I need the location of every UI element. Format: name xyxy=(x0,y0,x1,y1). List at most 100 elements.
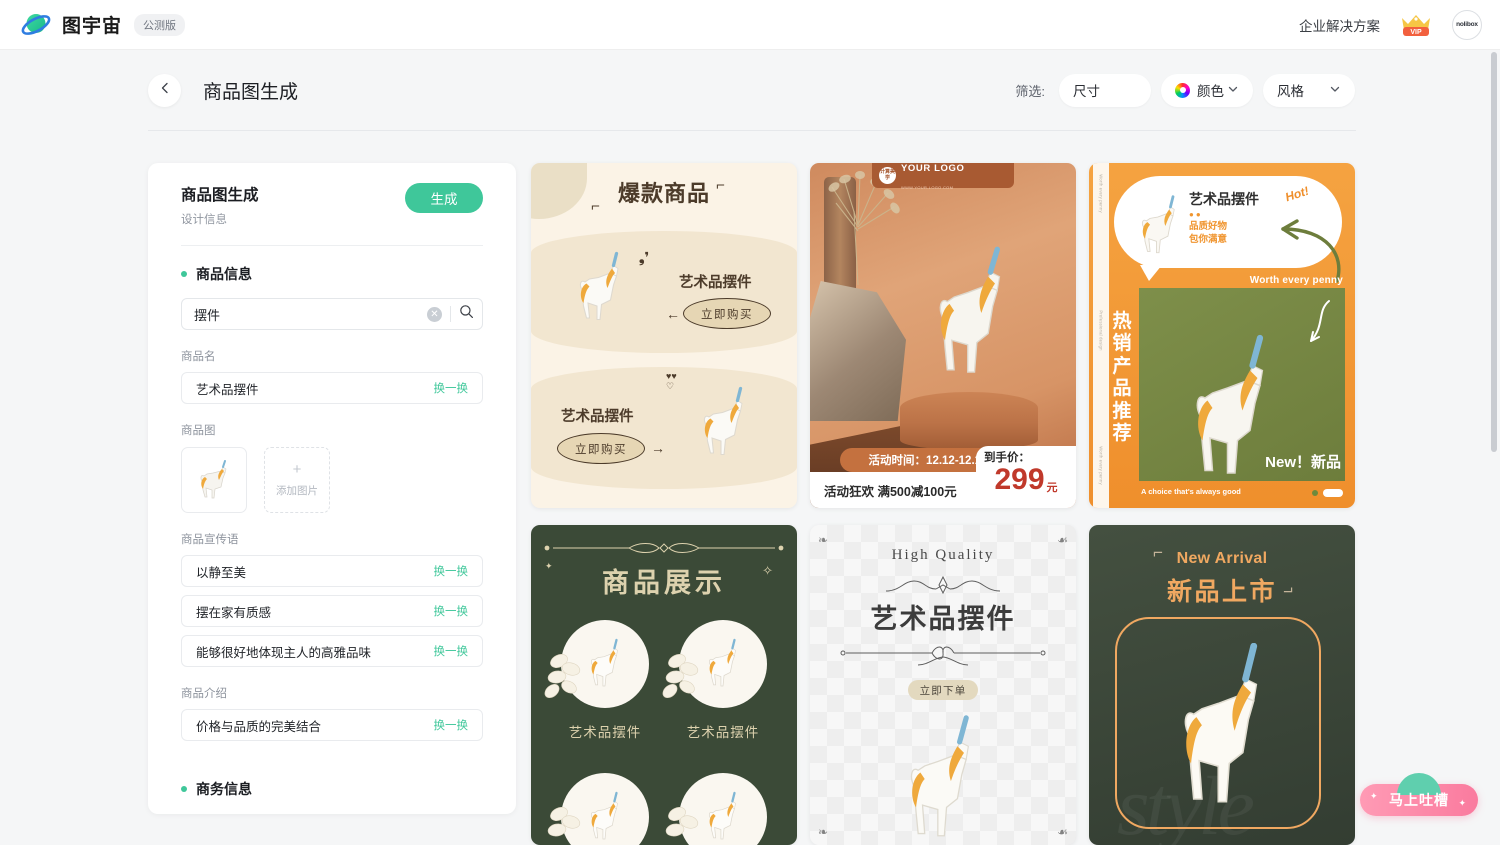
card3-side-text-bottom: Worth every penny xyxy=(1099,442,1104,490)
product-image-row: + 添加图片 xyxy=(181,447,483,513)
section-dot-icon xyxy=(181,786,187,792)
panel-subtitle: 设计信息 xyxy=(181,211,259,227)
flower-decor-icon xyxy=(661,647,715,703)
add-image-button[interactable]: + 添加图片 xyxy=(264,447,330,513)
unicorn-figurine-icon xyxy=(892,713,988,845)
swap-slogan-1-button[interactable]: 换一换 xyxy=(434,563,469,579)
feedback-button[interactable]: ✦ 马上吐槽 ✦ xyxy=(1360,784,1478,816)
brand-name: 图宇宙 xyxy=(62,11,122,38)
label-intro: 商品介绍 xyxy=(181,685,483,701)
slogan-3-value: 能够很好地体现主人的高雅品味 xyxy=(196,642,371,661)
filter-color-label: 颜色 xyxy=(1197,80,1224,100)
panel-header: 商品图生成 设计信息 生成 xyxy=(181,183,483,227)
feedback-label: 马上吐槽 xyxy=(1389,790,1449,810)
card-high-quality[interactable]: ❧ ☙ ❧ ☙ High Quality 艺术品摆件 xyxy=(810,525,1076,845)
card1-label-b: 艺术品摆件 xyxy=(561,405,634,426)
ornament-divider-icon xyxy=(543,542,785,554)
unicorn-figurine-icon xyxy=(691,381,757,465)
avatar[interactable]: nolibox xyxy=(1452,10,1482,40)
card6-cn-title: 新品上市 xyxy=(1089,572,1355,608)
results-gallery: ⌐ 爆款商品 ⌐ ❟❜ 艺术品摆件 立即购买 ← ♥♥♡ 艺术品摆件 立即购买 … xyxy=(531,163,1361,845)
swap-product-name-button[interactable]: 换一换 xyxy=(434,380,469,396)
card4-label-1: 艺术品摆件 xyxy=(555,721,655,741)
card5-cta[interactable]: 立即下单 xyxy=(908,680,978,700)
filter-bar: 筛选: 尺寸 颜色 风格 xyxy=(1015,74,1355,107)
swap-slogan-2-button[interactable]: 换一换 xyxy=(434,603,469,619)
card1-title: 爆款商品 xyxy=(531,176,797,208)
card5-title: 艺术品摆件 xyxy=(810,597,1076,636)
gallery-row-1: ⌐ 爆款商品 ⌐ ❟❜ 艺术品摆件 立即购买 ← ♥♥♡ 艺术品摆件 立即购买 … xyxy=(531,163,1361,508)
clear-icon[interactable]: ✕ xyxy=(427,307,442,322)
card2-logo-bar: 计算美学 YOUR LOGO WWW.YOUR-LOGO.COM xyxy=(872,163,1014,188)
design-info-panel: 商品图生成 设计信息 生成 商品信息 摆件 ✕ 商品名 艺术品摆件 换一换 商品… xyxy=(148,163,516,814)
card2-logo-text: YOUR LOGO xyxy=(901,163,964,174)
card-new-arrival[interactable]: style ⌐ New Arrival 新品上市 ⌐ xyxy=(1089,525,1355,845)
card1-cta-a[interactable]: 立即购买 xyxy=(683,298,771,329)
unicorn-figurine-icon xyxy=(1161,643,1281,813)
enterprise-solutions-link[interactable]: 企业解决方案 xyxy=(1299,15,1380,35)
flourish-bottom-icon xyxy=(840,643,1046,673)
white-arrow-icon xyxy=(1295,295,1339,357)
card5-top-text: High Quality xyxy=(810,547,1076,564)
corner-flourish-icon: ❧ xyxy=(818,825,828,839)
field-product-name[interactable]: 艺术品摆件 换一换 xyxy=(181,372,483,404)
back-button[interactable] xyxy=(148,74,181,107)
search-input-value: 摆件 xyxy=(194,305,427,324)
generate-button[interactable]: 生成 xyxy=(405,183,483,213)
filter-style[interactable]: 风格 xyxy=(1263,74,1355,107)
filter-color[interactable]: 颜色 xyxy=(1161,74,1253,107)
card6-en-title: New Arrival xyxy=(1089,550,1355,568)
decor-podium xyxy=(900,392,1038,450)
app-logo-icon xyxy=(20,9,52,41)
product-image-thumbnail[interactable] xyxy=(181,447,247,513)
slogan-1-value: 以静至美 xyxy=(196,562,246,581)
chevron-down-icon xyxy=(1125,83,1137,98)
sparkle-icon: ✦ xyxy=(545,561,553,572)
chevron-down-icon xyxy=(1329,83,1341,98)
corner-flourish-icon: ❧ xyxy=(818,533,828,547)
pager-active-pill[interactable] xyxy=(1323,489,1343,497)
field-intro[interactable]: 价格与品质的完美结合 换一换 xyxy=(181,709,483,741)
corner-flourish-icon: ☙ xyxy=(1057,825,1068,839)
card-promo-price[interactable]: 计算美学 YOUR LOGO WWW.YOUR-LOGO.COM 活动时间：12… xyxy=(810,163,1076,508)
section-business-info[interactable]: 商务信息 xyxy=(181,779,483,799)
arrow-left-icon: ← xyxy=(666,306,680,322)
section-product-info: 商品信息 xyxy=(181,264,483,284)
page-scrollbar[interactable] xyxy=(1491,52,1497,452)
exclaim-icon: ❟❜ xyxy=(639,249,649,266)
gallery-row-2: 商品展示 ✦ ✧ xyxy=(531,525,1361,845)
card3-pager[interactable] xyxy=(1312,489,1343,497)
brand[interactable]: 图宇宙 公测版 xyxy=(20,9,185,41)
filter-size-label: 尺寸 xyxy=(1073,80,1100,100)
field-slogan-1[interactable]: 以静至美 换一换 xyxy=(181,555,483,587)
flourish-top-icon xyxy=(878,573,1008,597)
card-hot-selling[interactable]: Worth every penny Professional design Wo… xyxy=(1089,163,1355,508)
pager-dot[interactable] xyxy=(1312,490,1318,496)
card1-cta-b[interactable]: 立即购买 xyxy=(557,433,645,464)
filter-size[interactable]: 尺寸 xyxy=(1059,74,1151,107)
card3-bubble-title: 艺术品摆件 xyxy=(1189,189,1259,209)
slogan-2-value: 摆在家有质感 xyxy=(196,602,271,621)
card3-bubble-dots: ●● xyxy=(1189,210,1203,219)
top-bar-actions: 企业解决方案 VIP nolibox xyxy=(1299,10,1482,40)
section-business-info-title: 商务信息 xyxy=(196,779,252,799)
card2-event-promo: 活动狂欢 满500减100元 xyxy=(810,472,995,508)
swap-slogan-3-button[interactable]: 换一换 xyxy=(434,643,469,659)
vip-crown-icon[interactable]: VIP xyxy=(1398,12,1434,38)
field-slogan-2[interactable]: 摆在家有质感 换一换 xyxy=(181,595,483,627)
chevron-down-icon xyxy=(1227,83,1239,98)
card-product-display[interactable]: 商品展示 ✦ ✧ xyxy=(531,525,797,845)
arrow-right-icon: → xyxy=(651,440,665,456)
top-bar: 图宇宙 公测版 企业解决方案 VIP nolibox xyxy=(0,0,1500,50)
field-slogan-3[interactable]: 能够很好地体现主人的高雅品味 换一换 xyxy=(181,635,483,667)
label-slogan: 商品宣传语 xyxy=(181,531,483,547)
search-input[interactable]: 摆件 ✕ xyxy=(181,298,483,330)
hearts-icon: ♥♥♡ xyxy=(666,371,677,392)
svg-text:VIP: VIP xyxy=(1410,29,1422,36)
swap-intro-button[interactable]: 换一换 xyxy=(434,717,469,733)
search-icon[interactable] xyxy=(459,304,474,324)
card-hot-product[interactable]: ⌐ 爆款商品 ⌐ ❟❜ 艺术品摆件 立即购买 ← ♥♥♡ 艺术品摆件 立即购买 … xyxy=(531,163,797,508)
decor-rock xyxy=(810,281,906,421)
card3-bubble-sub-1: 品质好物 xyxy=(1189,221,1227,232)
add-image-label: 添加图片 xyxy=(276,483,318,498)
